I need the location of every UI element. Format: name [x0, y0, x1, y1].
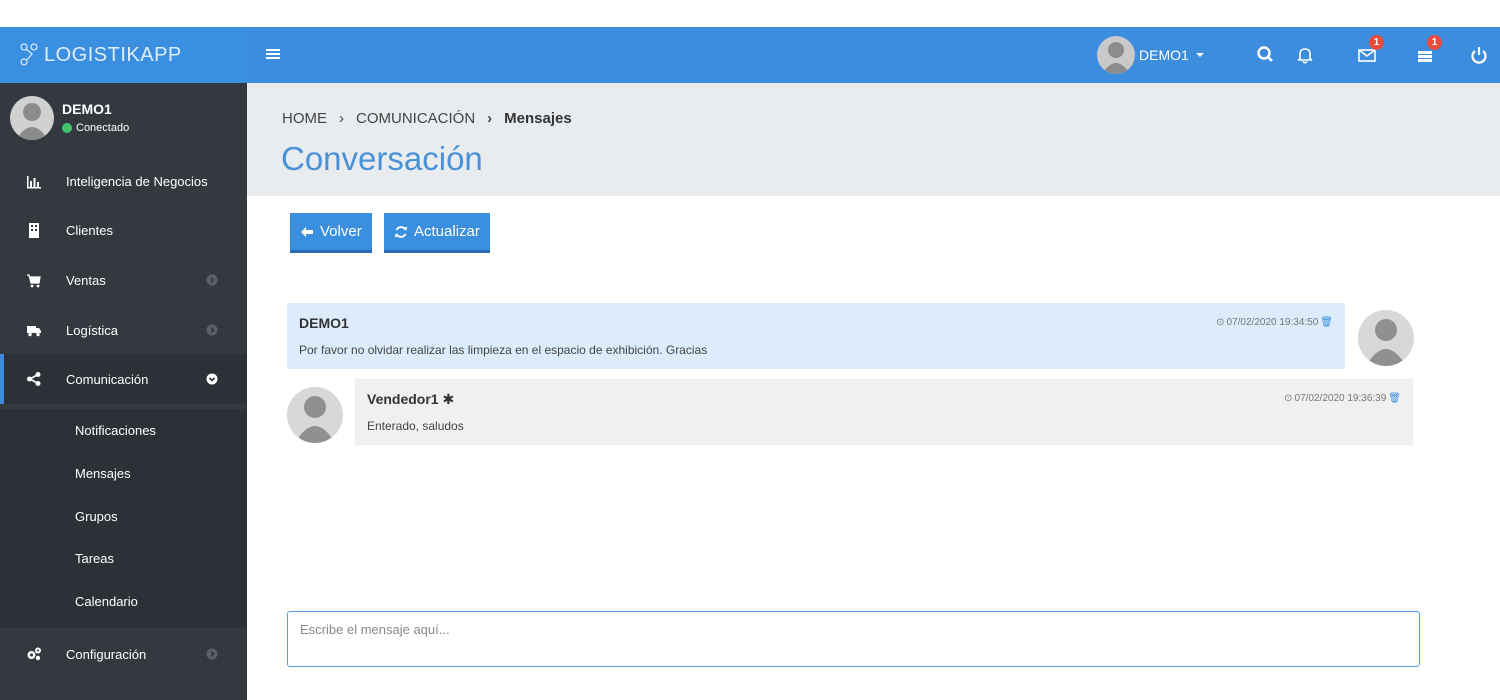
refresh-button-label: Actualizar [414, 223, 480, 240]
chevron-right-icon [206, 648, 218, 660]
message-time: 07/02/2020 19:36:39 [1294, 393, 1387, 404]
message-item: Vendedor1 ✱ ⊙ 07/02/2020 19:36:39 🗑 Ente… [355, 379, 1413, 445]
menu-toggle-icon[interactable] [266, 44, 282, 64]
sidebar-item-comunicacion[interactable]: Comunicación [0, 354, 247, 404]
online-dot-icon [62, 123, 72, 133]
back-button[interactable]: Volver [290, 213, 372, 253]
refresh-icon [395, 225, 407, 238]
message-time: 07/02/2020 19:34:50 [1226, 317, 1319, 328]
avatar [1358, 310, 1414, 366]
user-menu-dropdown[interactable]: DEMO1 [1097, 36, 1207, 74]
avatar [1097, 36, 1135, 74]
gears-icon [27, 647, 41, 661]
tasks-badge: 1 [1427, 35, 1442, 50]
breadcrumb-separator-icon: › [339, 110, 344, 127]
sidebar-item-label: Clientes [66, 222, 113, 238]
chevron-right-icon [206, 324, 218, 336]
breadcrumb: HOME › COMUNICACIÓN › Mensajes [282, 110, 572, 127]
message-author: Vendedor1 [367, 391, 439, 407]
sidebar-item-label: Inteligencia de Negocios [66, 173, 208, 189]
submenu-comunicacion: Notificaciones Mensajes Grupos Tareas Ca… [0, 409, 247, 628]
bell-icon[interactable] [1294, 44, 1316, 66]
submenu-item-mensajes[interactable]: Mensajes [75, 466, 131, 481]
message-input[interactable] [287, 611, 1420, 667]
chevron-down-icon [206, 373, 218, 385]
tasks-notification[interactable]: 1 [1414, 35, 1442, 66]
share-icon [27, 372, 41, 386]
logo-icon [20, 43, 38, 66]
online-status: Conectado [62, 122, 129, 134]
sidebar: DEMO1 Conectado Inteligencia de Negocios… [0, 83, 247, 700]
sidebar-item-configuracion[interactable]: Configuración [0, 629, 247, 679]
avatar [10, 96, 54, 140]
message-author-row: Vendedor1 ✱ [367, 391, 454, 408]
caret-down-icon [1195, 53, 1204, 57]
arrow-left-icon [301, 226, 313, 237]
sidebar-item-label: Ventas [66, 272, 106, 288]
sidebar-item-label: Logística [66, 322, 119, 338]
breadcrumb-section[interactable]: COMUNICACIÓN [356, 110, 475, 127]
status-label: Conectado [76, 122, 130, 134]
sidebar-item-label: Configuración [66, 646, 147, 662]
bar-chart-icon [27, 176, 41, 189]
sidebar-item-logistica[interactable]: Logística [0, 305, 247, 355]
message-text: Enterado, saludos [367, 419, 464, 433]
power-icon[interactable] [1468, 44, 1490, 66]
message-timestamp: ⊙ 07/02/2020 19:34:50 🗑 [1216, 317, 1333, 328]
content-header: HOME › COMUNICACIÓN › Mensajes Conversac… [247, 83, 1500, 196]
cart-icon [27, 274, 41, 288]
sidebar-item-ventas[interactable]: Ventas [0, 255, 247, 305]
breadcrumb-home[interactable]: HOME [282, 110, 327, 127]
app-logo[interactable]: LOGISTIKAPP [0, 27, 247, 83]
sidebar-item-inteligencia-negocios[interactable]: Inteligencia de Negocios [0, 156, 247, 206]
mail-badge: 1 [1369, 35, 1384, 50]
sidebar-user-name: DEMO1 [62, 101, 112, 117]
truck-icon [27, 326, 41, 337]
clock-icon: ⊙ [1216, 317, 1225, 328]
building-icon [29, 223, 39, 238]
top-navbar: LOGISTIKAPP DEMO1 1 1 [0, 27, 1500, 83]
back-button-label: Volver [320, 223, 362, 240]
message-timestamp: ⊙ 07/02/2020 19:36:39 🗑 [1284, 393, 1401, 404]
message-item: DEMO1 ⊙ 07/02/2020 19:34:50 🗑 Por favor … [287, 303, 1345, 369]
sidebar-item-label: Comunicación [66, 371, 149, 387]
avatar [287, 387, 343, 443]
logo-text: LOGISTIKAPP [44, 43, 182, 66]
sidebar-user-panel: DEMO1 Conectado [0, 83, 247, 153]
message-text: Por favor no olvidar realizar las limpie… [299, 343, 708, 357]
page-title: Conversación [281, 140, 483, 177]
submenu-item-grupos[interactable]: Grupos [75, 509, 118, 524]
message-author: DEMO1 [299, 315, 349, 331]
submenu-item-notificaciones[interactable]: Notificaciones [75, 423, 156, 438]
trash-icon[interactable]: 🗑 [1388, 393, 1401, 404]
trash-icon[interactable]: 🗑 [1320, 317, 1333, 328]
asterisk-icon: ✱ [442, 391, 455, 407]
clock-icon: ⊙ [1284, 393, 1293, 404]
submenu-item-tareas[interactable]: Tareas [75, 551, 114, 566]
breadcrumb-separator-icon: › [487, 110, 493, 127]
chevron-right-icon [206, 274, 218, 286]
refresh-button[interactable]: Actualizar [384, 213, 490, 253]
user-menu-name: DEMO1 [1139, 47, 1189, 63]
sidebar-item-clientes[interactable]: Clientes [0, 205, 247, 255]
breadcrumb-current: Mensajes [504, 110, 572, 127]
search-icon[interactable] [1255, 44, 1277, 66]
mail-notification[interactable]: 1 [1356, 35, 1384, 66]
submenu-item-calendario[interactable]: Calendario [75, 594, 138, 609]
